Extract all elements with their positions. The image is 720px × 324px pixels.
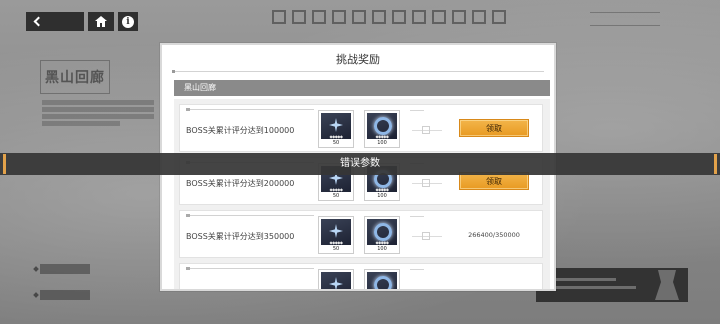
back-button[interactable]	[26, 12, 84, 31]
chevron-left-icon	[33, 16, 44, 27]
background-chip	[40, 290, 90, 300]
home-icon	[95, 16, 107, 27]
item-count: 100	[377, 140, 387, 146]
reward-list[interactable]: BOSS关累计评分达到100000 ◆◆◆◆◆ 50 ◆◆◆◆◆ 100 领取 …	[174, 99, 550, 289]
item-count: 100	[377, 193, 387, 199]
empty-slot	[410, 110, 450, 148]
background-description	[42, 100, 154, 128]
reward-item-ring[interactable]	[364, 269, 400, 289]
empty-slot	[410, 269, 450, 289]
top-nav: i	[26, 12, 138, 31]
background-stage-logo: 黑山回廊	[40, 60, 110, 94]
reward-item-crystal[interactable]: ◆◆◆◆◆ 50	[318, 216, 354, 254]
blue-ring-icon	[367, 272, 397, 289]
row-decoration	[186, 108, 314, 111]
reward-item-crystal[interactable]: ◆◆◆◆◆ 50	[318, 110, 354, 148]
info-icon: i	[122, 15, 134, 28]
reward-item-ring[interactable]: ◆◆◆◆◆ 100	[364, 110, 400, 148]
claim-button[interactable]: 领取	[459, 119, 529, 137]
item-count: 50	[332, 140, 340, 146]
reward-item-ring[interactable]: ◆◆◆◆◆ 100	[364, 216, 400, 254]
section-header: 黑山回廊	[174, 80, 550, 96]
background-top-icons	[272, 10, 506, 24]
reward-row: BOSS关累计评分达到350000 ◆◆◆◆◆ 50 ◆◆◆◆◆ 100 266…	[179, 210, 543, 258]
reward-requirement: BOSS关累计评分达到100000	[186, 126, 295, 135]
score-progress: 266400/350000	[468, 231, 520, 239]
toast-message: 错误参数	[340, 158, 380, 169]
reward-requirement: BOSS关累计评分达到350000	[186, 232, 295, 241]
background-top-decoration	[590, 12, 660, 26]
home-button[interactable]	[88, 12, 114, 31]
empty-slot	[410, 216, 450, 254]
background-boss-card	[536, 268, 688, 302]
crystal-shard-icon	[321, 272, 351, 289]
reward-row	[179, 263, 543, 289]
item-count: 50	[332, 193, 340, 199]
item-count: 50	[332, 246, 340, 252]
row-decoration	[186, 267, 314, 270]
reward-requirement: BOSS关累计评分达到200000	[186, 179, 295, 188]
reward-row: BOSS关累计评分达到100000 ◆◆◆◆◆ 50 ◆◆◆◆◆ 100 领取	[179, 104, 543, 152]
reward-item-crystal[interactable]	[318, 269, 354, 289]
background-chip	[40, 264, 90, 274]
modal-title: 挑战奖励	[336, 53, 380, 66]
title-divider	[172, 70, 544, 73]
info-button[interactable]: i	[118, 12, 138, 31]
item-count: 100	[377, 246, 387, 252]
row-decoration	[186, 214, 314, 217]
error-toast: 错误参数	[0, 153, 720, 175]
